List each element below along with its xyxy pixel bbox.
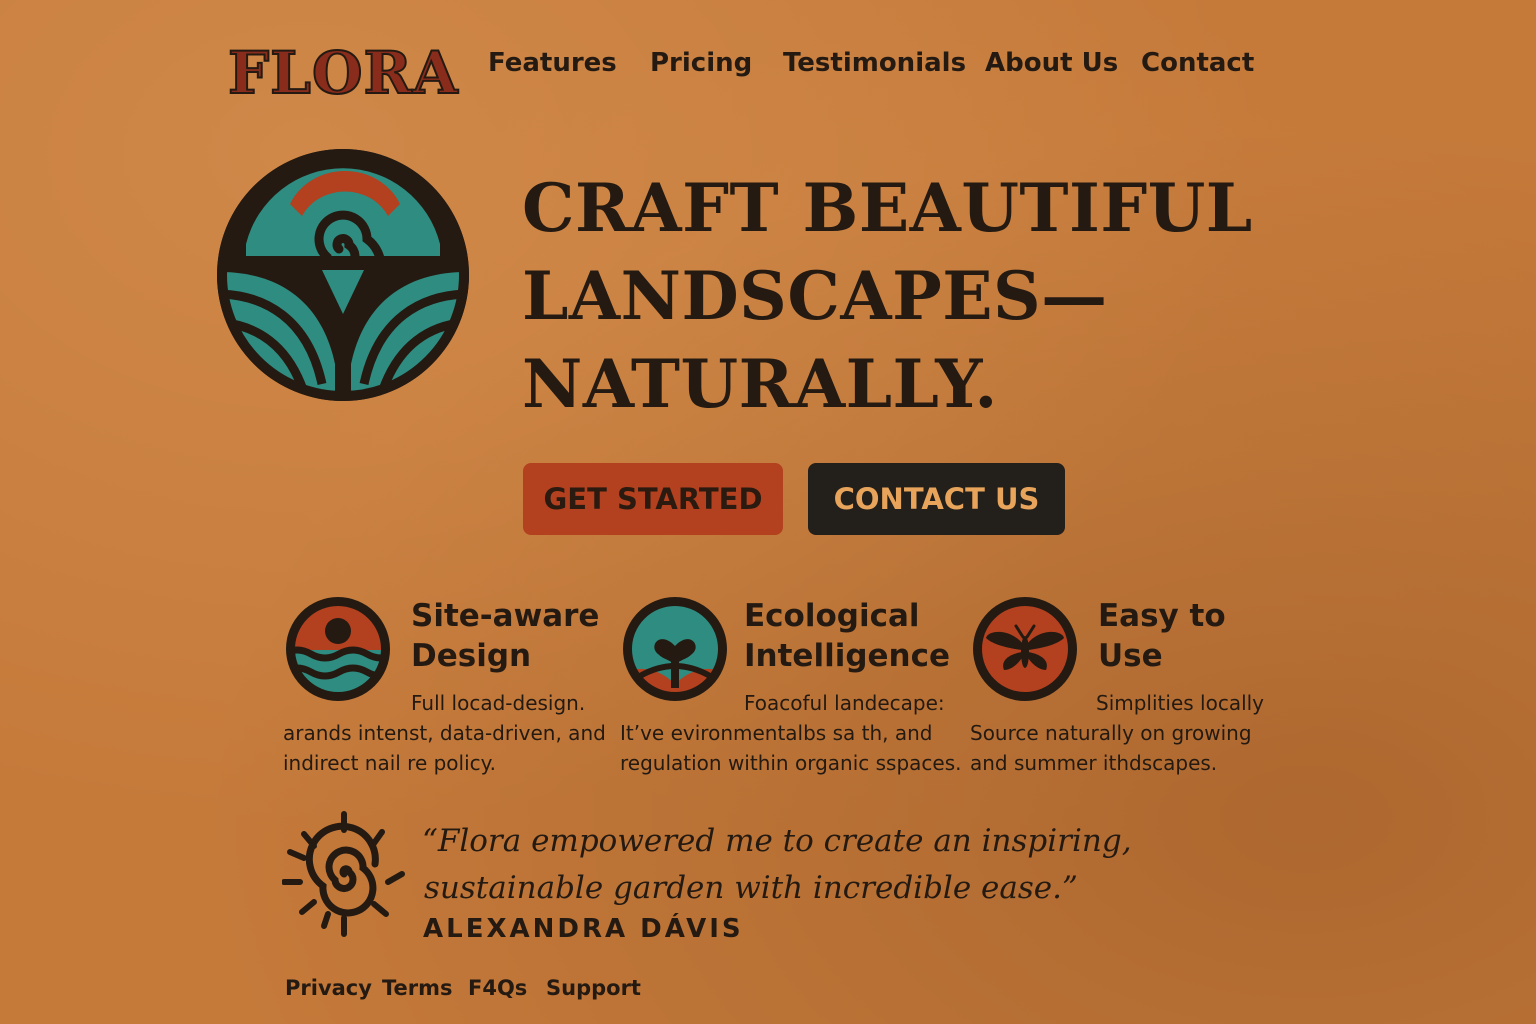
nav-link-contact[interactable]: Contact — [1141, 46, 1254, 80]
main-nav: Features Pricing Testimonials About Us C… — [0, 46, 1536, 80]
feature-title-line: Use — [1098, 638, 1163, 674]
feature-title: Site-aware Design — [411, 596, 599, 676]
spiral-sun-icon — [281, 810, 406, 938]
feature-description-line: It’ve evironmentalbs sa th, and — [620, 721, 933, 745]
feature-description-line: arands intenst, data-driven, and — [283, 721, 606, 745]
feature-description: Simplities locally Source naturally on g… — [970, 688, 1264, 778]
feature-description-line: Foacoful landecape: — [744, 691, 945, 715]
feature-title: Easy to Use — [1098, 596, 1226, 676]
get-started-button[interactable]: GET STARTED — [523, 463, 783, 535]
testimonial-quote: “Flora empowered me to create an inspiri… — [422, 818, 1132, 912]
feature-title-line: Ecological — [744, 598, 920, 634]
feature-description-line: regulation within organic sspaces. — [620, 751, 962, 775]
hero-headline-line: NATURALLY. — [522, 345, 998, 423]
feature-title-line: Site-aware — [411, 598, 600, 634]
feature-description-line: Simplities locally — [1096, 691, 1265, 715]
flora-emblem-icon — [210, 144, 476, 406]
feature-description: Foacoful landecape: It’ve evironmentalbs… — [620, 688, 961, 778]
footer-link-terms[interactable]: Terms — [382, 974, 453, 1002]
feature-description-line: and summer ithdscapes. — [970, 751, 1218, 775]
nav-link-testimonials[interactable]: Testimonials — [783, 46, 966, 80]
hero-headline-line: CRAFT BEAUTIFUL — [522, 169, 1253, 247]
hero-headline: CRAFT BEAUTIFUL LANDSCAPES— NATURALLY. — [522, 164, 1282, 428]
feature-title-line: Design — [411, 638, 532, 674]
testimonial-quote-line: “Flora empowered me to create an inspiri… — [422, 823, 1132, 859]
feature-title-line: Easy to — [1098, 598, 1226, 634]
feature-description: Full locad-design. arands intenst, data-… — [283, 688, 606, 778]
feature-description-line: Full locad-design. — [411, 691, 586, 715]
feature-title: Ecological Intelligence — [744, 596, 950, 676]
nav-link-about-us[interactable]: About Us — [985, 46, 1118, 80]
nav-link-features[interactable]: Features — [488, 46, 617, 80]
testimonial-quote-line: sustainable garden with incredible ease.… — [424, 870, 1078, 906]
nav-link-pricing[interactable]: Pricing — [650, 46, 752, 80]
footer-link-privacy[interactable]: Privacy — [285, 974, 372, 1002]
feature-description-line: Source naturally on growing — [970, 721, 1252, 745]
footer-link-support[interactable]: Support — [546, 974, 641, 1002]
feature-description-line: indirect nail re policy. — [283, 751, 496, 775]
testimonial-author: ALEXANDRA DÁVIS — [423, 914, 744, 944]
hero-headline-line: LANDSCAPES— — [522, 257, 1108, 335]
contact-us-button[interactable]: CONTACT US — [808, 463, 1065, 535]
feature-title-line: Intelligence — [744, 638, 951, 674]
footer-link-faqs[interactable]: F4Qs — [468, 974, 527, 1002]
